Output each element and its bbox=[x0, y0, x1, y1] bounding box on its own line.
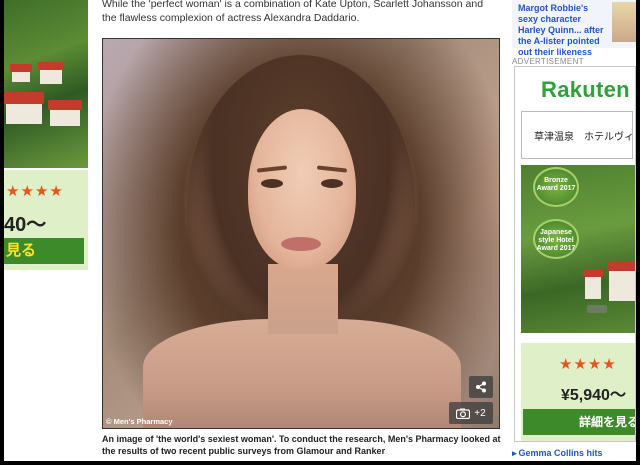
right-ad-price: ¥5,940〜 bbox=[561, 387, 626, 404]
share-button[interactable] bbox=[469, 376, 493, 398]
teaser-thumbnail[interactable] bbox=[612, 2, 636, 42]
left-ad-hotel-photo[interactable] bbox=[4, 0, 88, 168]
right-ad-details-button[interactable]: 詳細を見る bbox=[523, 409, 635, 435]
left-ad-price: 40〜 bbox=[4, 214, 47, 236]
image-credit: © Men's Pharmacy bbox=[106, 417, 173, 426]
related-article-teaser[interactable]: Margot Robbie's sexy character Harley Qu… bbox=[512, 0, 636, 57]
rakuten-logo[interactable]: Rakuten Tr bbox=[541, 77, 635, 103]
teaser-headline[interactable]: Margot Robbie's sexy character Harley Qu… bbox=[518, 3, 610, 58]
image-caption: An image of 'the world's sexiest woman'.… bbox=[102, 434, 501, 456]
right-ad-hotel-photo[interactable]: Bronze Award 2017 Japanese style Hotel A… bbox=[521, 165, 635, 333]
hotel-award-badge: Japanese style Hotel Award 2017 bbox=[533, 219, 579, 259]
hotel-name-box[interactable]: 草津温泉 ホテルヴィ bbox=[521, 111, 634, 159]
camera-icon bbox=[456, 408, 471, 419]
hotel-name: 草津温泉 ホテルヴィ bbox=[534, 132, 634, 143]
gallery-count: +2 bbox=[474, 407, 486, 419]
left-ad-rating-stars: ★★★★ bbox=[6, 183, 64, 200]
article-image[interactable]: © Men's Pharmacy +2 bbox=[102, 38, 500, 429]
share-icon bbox=[476, 381, 486, 393]
left-ad-view-button[interactable]: 見る bbox=[4, 238, 84, 264]
article-text: While the 'perfect woman' is a combinati… bbox=[102, 0, 484, 24]
right-ad-rating-stars: ★★★★ bbox=[559, 356, 617, 373]
rakuten-travel-ad[interactable]: Rakuten Tr 草津温泉 ホテルヴィ Bronze Award 2017 … bbox=[514, 66, 636, 442]
page: ★★★★ 40〜 見る While the 'perfect woman' is… bbox=[4, 0, 636, 461]
advertisement-label: ADVERTISEMENT bbox=[512, 57, 584, 66]
related-article-teaser-2[interactable]: ▸ Gemma Collins hits bbox=[512, 448, 636, 461]
teaser2-headline[interactable]: Gemma Collins hits bbox=[519, 448, 603, 458]
left-hotel-ad[interactable]: ★★★★ 40〜 見る bbox=[4, 0, 88, 270]
bullet-icon: ▸ bbox=[512, 448, 517, 458]
bronze-award-badge: Bronze Award 2017 bbox=[533, 167, 579, 207]
gallery-button[interactable]: +2 bbox=[449, 402, 493, 424]
